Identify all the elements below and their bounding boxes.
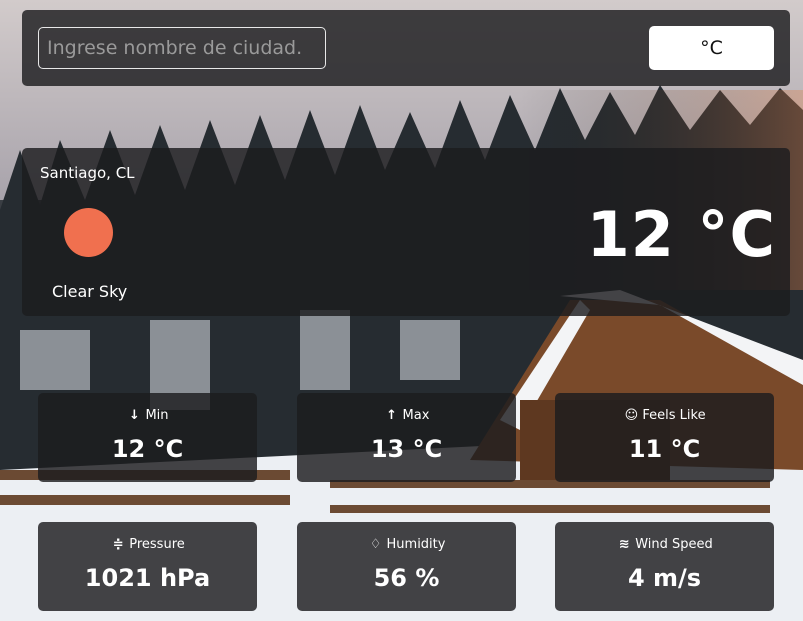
min-temp-card: ↓ Min 12 °C	[38, 393, 257, 482]
stat-label: Humidity	[386, 537, 446, 552]
pressure-card: ≑ Pressure 1021 hPa	[38, 522, 257, 611]
city-search-input[interactable]	[38, 27, 326, 69]
unit-toggle-button[interactable]: °C	[649, 26, 774, 70]
stat-label: Max	[402, 408, 430, 423]
humidity-card: ♢ Humidity 56 %	[297, 522, 516, 611]
stat-value: 11 °C	[628, 435, 701, 463]
current-temperature: 12 °C	[586, 198, 776, 271]
wind-icon: ≋	[618, 537, 630, 552]
stat-value: 12 °C	[111, 435, 184, 463]
feels-like-card: ☺ Feels Like 11 °C	[555, 393, 774, 482]
stat-label: Pressure	[129, 537, 185, 552]
droplet-icon: ♢	[369, 537, 382, 552]
stat-label: Min	[145, 408, 169, 423]
stat-value: 56 %	[373, 564, 440, 592]
stat-label: Wind Speed	[635, 537, 713, 552]
search-bar: °C	[22, 10, 790, 86]
pressure-icon: ≑	[112, 537, 124, 552]
arrow-down-icon: ↓	[129, 408, 140, 423]
arrow-up-icon: ↑	[386, 408, 397, 423]
max-temp-card: ↑ Max 13 °C	[297, 393, 516, 482]
stat-value: 13 °C	[370, 435, 443, 463]
sun-icon	[64, 208, 113, 257]
weather-condition: Clear Sky	[52, 282, 128, 301]
smiley-icon: ☺	[624, 408, 639, 423]
stat-value: 1021 hPa	[84, 564, 211, 592]
stat-label: Feels Like	[642, 408, 706, 423]
wind-speed-card: ≋ Wind Speed 4 m/s	[555, 522, 774, 611]
current-weather-card: Santiago, CL Clear Sky 12 °C	[22, 148, 790, 316]
location-label: Santiago, CL	[40, 164, 135, 182]
stat-value: 4 m/s	[627, 564, 702, 592]
